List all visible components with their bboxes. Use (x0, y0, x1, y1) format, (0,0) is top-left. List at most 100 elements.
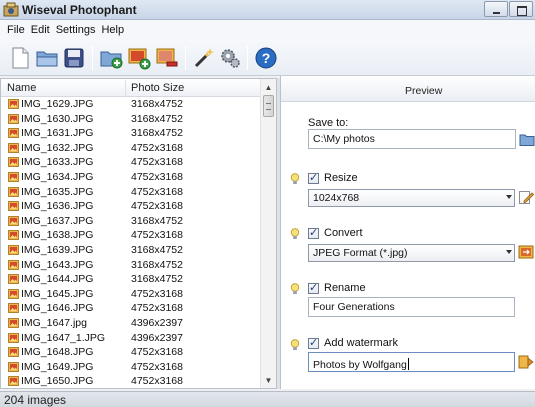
file-list-row[interactable]: IMG_1645.JPG 4752x3168 (1, 287, 261, 302)
file-name: IMG_1634.JPG (21, 170, 94, 183)
toolbar: ? (0, 40, 535, 76)
file-name: IMG_1644.JPG (21, 273, 94, 286)
file-name: IMG_1647_1.JPG (21, 331, 106, 344)
file-name: IMG_1647.jpg (21, 316, 87, 329)
menu-help[interactable]: Help (98, 24, 127, 36)
convert-format-icon[interactable] (518, 244, 534, 260)
file-photo-size: 4752x3168 (131, 170, 183, 183)
open-folder-icon[interactable] (35, 46, 59, 70)
file-name: IMG_1635.JPG (21, 185, 94, 198)
file-list-row[interactable]: IMG_1638.JPG 4752x3168 (1, 228, 261, 243)
file-list-row[interactable]: IMG_1646.JPG 4752x3168 (1, 301, 261, 316)
menu-bar: File Edit Settings Help (0, 20, 535, 40)
file-name: IMG_1630.JPG (21, 112, 94, 125)
status-bar: 204 images (0, 391, 535, 407)
column-divider[interactable] (125, 80, 126, 96)
rename-label: Rename (324, 282, 366, 294)
rename-field[interactable]: Four Generations (308, 297, 515, 317)
save-icon[interactable] (62, 46, 86, 70)
menu-file[interactable]: File (4, 24, 28, 36)
file-list-rows: IMG_1629.JPG 3168x4752 IMG_1630.JPG 3168x47… (1, 97, 261, 389)
file-name: IMG_1643.JPG (21, 258, 94, 271)
image-file-icon (8, 128, 19, 139)
file-photo-size: 4752x3168 (131, 200, 183, 213)
watermark-checkbox[interactable] (308, 336, 319, 349)
file-list-row[interactable]: IMG_1634.JPG 4752x3168 (1, 170, 261, 185)
add-folder-icon[interactable] (99, 46, 123, 70)
file-photo-size: 4396x2397 (131, 331, 183, 344)
file-name: IMG_1638.JPG (21, 229, 94, 242)
file-name: IMG_1632.JPG (21, 141, 94, 154)
image-file-icon (8, 376, 19, 387)
file-photo-size: 4752x3168 (131, 360, 183, 373)
file-list-row[interactable]: IMG_1635.JPG 4752x3168 (1, 185, 261, 200)
file-list-row[interactable]: IMG_1637.JPG 3168x4752 (1, 214, 261, 229)
convert-select-value: JPEG Format (*.jpg) (313, 247, 408, 259)
file-list-panel: Name Photo Size IMG_1629.JPG 3168x4752 IMG… (0, 78, 277, 389)
watermark-settings-icon[interactable] (518, 354, 534, 370)
window-title: Wiseval Photophant (22, 3, 137, 17)
file-photo-size: 3168x4752 (131, 273, 183, 286)
resize-checkbox[interactable] (308, 171, 319, 184)
browse-folder-icon[interactable] (519, 131, 535, 147)
file-list-row[interactable]: IMG_1639.JPG 3168x4752 (1, 243, 261, 258)
toolbar-separator (185, 46, 186, 70)
file-list-row[interactable]: IMG_1643.JPG 3168x4752 (1, 258, 261, 273)
file-list-row[interactable]: IMG_1647_1.JPG 4396x2397 (1, 331, 261, 346)
edit-resize-icon[interactable] (518, 189, 534, 205)
watermark-field[interactable]: Photos by Wolfgang (308, 352, 515, 372)
menu-edit[interactable]: Edit (28, 24, 53, 36)
image-file-icon (8, 113, 19, 124)
file-list-row[interactable]: IMG_1644.JPG 3168x4752 (1, 272, 261, 287)
file-list-row[interactable]: IMG_1631.JPG 3168x4752 (1, 126, 261, 141)
add-images-icon[interactable] (127, 46, 151, 70)
file-list-scrollbar[interactable]: ▲ ▼ (260, 79, 276, 388)
file-list-row[interactable]: IMG_1649.JPG 4752x3168 (1, 360, 261, 375)
file-name: IMG_1645.JPG (21, 287, 94, 300)
scroll-up-arrow-icon[interactable]: ▲ (261, 79, 276, 95)
file-name: IMG_1650.JPG (21, 375, 94, 388)
resize-select-value: 1024x768 (313, 192, 360, 204)
tip-bulb-icon (290, 228, 300, 239)
file-list-row[interactable]: IMG_1630.JPG 3168x4752 (1, 112, 261, 127)
file-photo-size: 4396x2397 (131, 316, 183, 329)
preview-title: Preview (405, 85, 443, 97)
file-list-row[interactable]: IMG_1633.JPG 4752x3168 (1, 155, 261, 170)
new-icon[interactable] (8, 46, 32, 70)
file-list-row[interactable]: IMG_1636.JPG 4752x3168 (1, 199, 261, 214)
help-icon[interactable]: ? (254, 46, 278, 70)
remove-images-icon[interactable] (155, 46, 179, 70)
resize-select[interactable]: 1024x768 (308, 189, 515, 207)
settings-gears-icon[interactable] (218, 46, 242, 70)
maximize-button[interactable] (509, 1, 533, 17)
file-photo-size: 4752x3168 (131, 185, 183, 198)
file-list-row[interactable]: IMG_1647.jpg 4396x2397 (1, 316, 261, 331)
scrollbar-thumb[interactable] (263, 95, 274, 117)
convert-checkbox[interactable] (308, 226, 319, 239)
file-list-row[interactable]: IMG_1650.JPG 4752x3168 (1, 374, 261, 389)
convert-select[interactable]: JPEG Format (*.jpg) (308, 244, 515, 262)
rename-value: Four Generations (313, 301, 395, 313)
menu-settings[interactable]: Settings (53, 24, 99, 36)
column-header-photo-size[interactable]: Photo Size (131, 82, 184, 94)
image-file-icon (8, 230, 19, 241)
file-photo-size: 4752x3168 (131, 229, 183, 242)
file-photo-size: 4752x3168 (131, 302, 183, 315)
image-file-icon (8, 215, 19, 226)
watermark-value: Photos by Wolfgang (313, 359, 407, 371)
title-bar: Wiseval Photophant (0, 0, 535, 20)
svg-text:?: ? (262, 50, 271, 66)
status-image-count: 204 images (4, 393, 67, 407)
file-list-row[interactable]: IMG_1629.JPG 3168x4752 (1, 97, 261, 112)
file-photo-size: 4752x3168 (131, 141, 183, 154)
minimize-button[interactable] (484, 1, 508, 17)
column-header-name[interactable]: Name (7, 82, 36, 94)
file-photo-size: 4752x3168 (131, 346, 183, 359)
file-list-row[interactable]: IMG_1632.JPG 4752x3168 (1, 141, 261, 156)
preview-header[interactable]: Preview (281, 76, 535, 102)
scroll-down-arrow-icon[interactable]: ▼ (261, 372, 276, 388)
rename-checkbox[interactable] (308, 281, 319, 294)
save-to-field[interactable]: C:\My photos (308, 129, 516, 149)
magic-wand-icon[interactable] (192, 46, 216, 70)
file-list-row[interactable]: IMG_1648.JPG 4752x3168 (1, 345, 261, 360)
